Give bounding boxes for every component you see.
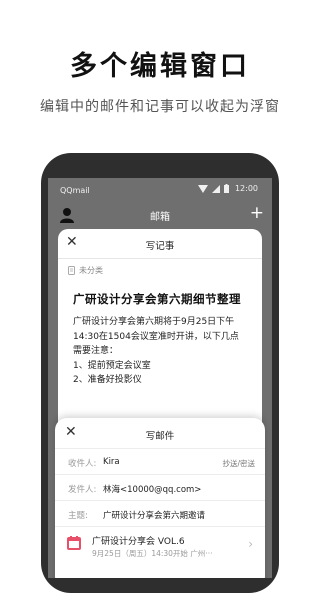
note-category-label: 未分类 bbox=[79, 266, 103, 275]
chevron-right-icon: › bbox=[248, 537, 253, 551]
app-bar: 邮箱 + bbox=[48, 202, 272, 228]
note-body-line: 1、提前预定会议室 bbox=[73, 360, 151, 371]
category-tag-icon bbox=[68, 266, 75, 275]
status-icons: 12:00 bbox=[197, 184, 258, 193]
subject-value[interactable]: 广研设计分享会第六期邀请 bbox=[103, 509, 205, 521]
hero-subtitle: 编辑中的邮件和记事可以收起为浮窗 bbox=[40, 99, 280, 115]
sender-row[interactable]: 发件人: 林海<10000@qq.com> bbox=[55, 474, 265, 501]
recipient-value[interactable]: Kira bbox=[103, 457, 120, 467]
subject-row[interactable]: 主题: 广研设计分享会第六期邀请 bbox=[55, 500, 265, 527]
recipient-row[interactable]: 收件人: Kira 抄送/密送 bbox=[55, 448, 265, 475]
recipient-label: 收件人: bbox=[68, 459, 97, 469]
event-detail: 9月25日（周五）14:30开始 广州··· bbox=[92, 549, 213, 558]
battery-icon bbox=[223, 184, 229, 193]
cc-bcc-button[interactable]: 抄送/密送 bbox=[222, 458, 255, 469]
note-category[interactable]: 未分类 bbox=[68, 265, 103, 276]
calendar-icon bbox=[67, 535, 81, 554]
note-title[interactable]: 广研设计分享会第六期细节整理 bbox=[73, 291, 241, 307]
signal-icon bbox=[211, 184, 220, 193]
carrier-label: QQmail bbox=[60, 186, 90, 195]
note-body-line: 14:30在1504会议室准时开讲，以下几点 bbox=[73, 331, 239, 342]
clock: 12:00 bbox=[234, 184, 258, 193]
phone-screen: QQmail 12:00 邮箱 + ✕ 写记事 未分类 广研设计分享会第六期细节… bbox=[48, 178, 272, 578]
note-body[interactable]: 广研设计分享会第六期将于9月25日下午 14:30在1504会议室准时开讲，以下… bbox=[73, 315, 257, 388]
hero-title: 多个编辑窗口 bbox=[70, 51, 250, 82]
note-card-title: 写记事 bbox=[145, 241, 175, 252]
subject-label: 主题: bbox=[68, 511, 88, 521]
mail-card-title: 写邮件 bbox=[145, 431, 175, 442]
status-bar: QQmail 12:00 bbox=[48, 178, 272, 202]
sender-label: 发件人: bbox=[68, 485, 97, 495]
note-body-line: 需要注意： bbox=[73, 346, 119, 357]
note-body-line: 广研设计分享会第六期将于9月25日下午 bbox=[73, 317, 235, 327]
wifi-icon bbox=[197, 184, 208, 193]
event-title: 广研设计分享会 VOL.6 bbox=[92, 537, 185, 547]
sender-value[interactable]: 林海<10000@qq.com> bbox=[103, 483, 201, 495]
mail-header: ✕ 写邮件 bbox=[55, 418, 265, 448]
mail-card: ✕ 写邮件 收件人: Kira 抄送/密送 发件人: 林海<10000@qq.c… bbox=[55, 418, 265, 578]
event-attachment[interactable]: 广研设计分享会 VOL.6 9月25日（周五）14:30开始 广州··· › bbox=[55, 526, 265, 567]
divider bbox=[58, 258, 262, 259]
add-button[interactable]: + bbox=[250, 203, 264, 223]
note-header: ✕ 写记事 bbox=[58, 229, 262, 259]
note-body-line: 2、准备好投影仪 bbox=[73, 375, 142, 386]
app-bar-title: 邮箱 bbox=[150, 212, 170, 223]
